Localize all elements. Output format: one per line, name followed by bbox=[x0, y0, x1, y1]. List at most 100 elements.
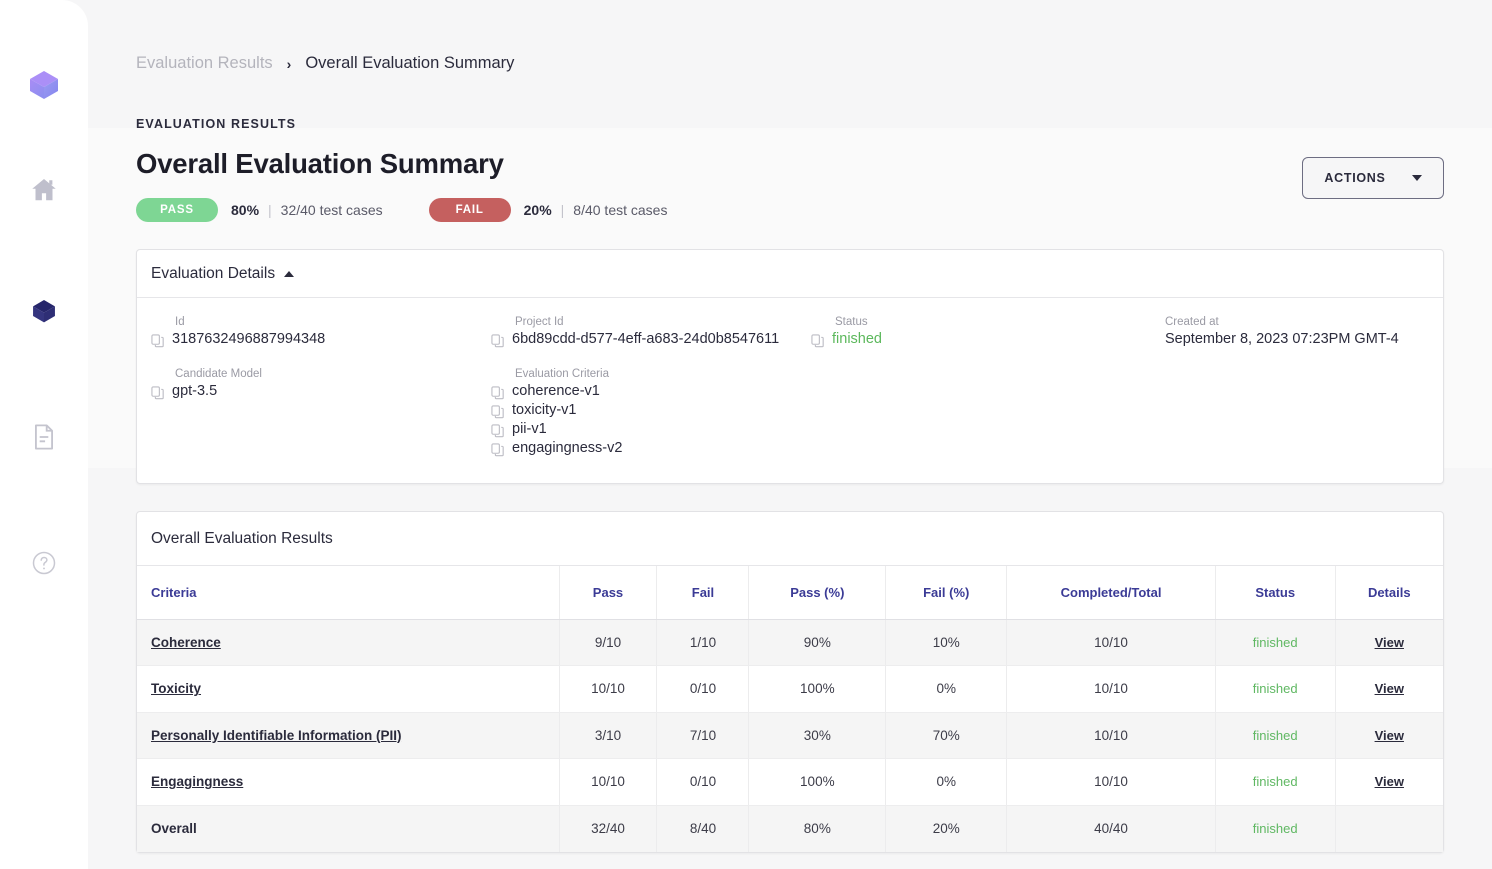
cell-pass-pct: 30% bbox=[749, 712, 886, 759]
evaluation-criteria-value: coherence-v1 bbox=[512, 383, 600, 399]
table-row: Toxicity10/100/10100%0%10/10finishedView bbox=[137, 666, 1443, 713]
status-text: finished bbox=[1253, 728, 1298, 743]
table-row: Overall32/408/4080%20%40/40finished bbox=[137, 805, 1443, 852]
chevron-up-icon[interactable] bbox=[284, 271, 294, 277]
sidebar-item-help[interactable] bbox=[21, 540, 67, 586]
copy-icon[interactable] bbox=[491, 386, 504, 400]
cell-completed-total: 10/10 bbox=[1007, 619, 1216, 666]
column-header-completed-total: Completed/Total bbox=[1007, 566, 1216, 619]
cell-fail-pct: 0% bbox=[886, 759, 1007, 806]
details-row-2: Candidate Model gpt-3.5 Evaluation Crite… bbox=[151, 368, 1429, 457]
evaluation-details-card: Evaluation Details Id 318763249688799434… bbox=[136, 249, 1444, 484]
criteria-link[interactable]: Coherence bbox=[151, 635, 221, 650]
detail-value-candidate-model-wrap: gpt-3.5 bbox=[151, 383, 491, 400]
detail-value-id-wrap: 3187632496887994348 bbox=[151, 331, 491, 348]
evaluation-criteria-item: pii-v1 bbox=[491, 421, 811, 438]
details-spacer-1 bbox=[811, 368, 1141, 457]
copy-icon[interactable] bbox=[811, 334, 824, 348]
copy-icon[interactable] bbox=[491, 405, 504, 419]
table-row: Coherence9/101/1090%10%10/10finishedView bbox=[137, 619, 1443, 666]
cell-criteria: Overall bbox=[137, 805, 559, 852]
sidebar-item-logo[interactable] bbox=[21, 62, 67, 108]
fail-divider: | bbox=[561, 202, 565, 218]
table-header-row: Criteria Pass Fail Pass (%) Fail (%) Com… bbox=[137, 566, 1443, 619]
cell-pass-pct: 100% bbox=[749, 666, 886, 713]
view-link[interactable]: View bbox=[1375, 681, 1404, 696]
criteria-link[interactable]: Personally Identifiable Information (PII… bbox=[151, 728, 402, 743]
cell-status: finished bbox=[1215, 619, 1335, 666]
sidebar-item-home[interactable] bbox=[21, 167, 67, 213]
cube-icon bbox=[28, 295, 60, 327]
copy-icon[interactable] bbox=[151, 386, 164, 400]
status-text: finished bbox=[1253, 681, 1298, 696]
copy-icon[interactable] bbox=[491, 424, 504, 438]
table-row: Personally Identifiable Information (PII… bbox=[137, 712, 1443, 759]
sidebar-item-models[interactable] bbox=[21, 288, 67, 334]
detail-value-status-wrap: finished bbox=[811, 331, 1141, 348]
detail-label-evaluation-criteria: Evaluation Criteria bbox=[515, 368, 811, 380]
pass-test-cases: 32/40 test cases bbox=[281, 202, 383, 218]
cell-criteria: Engagingness bbox=[137, 759, 559, 806]
detail-label-created-at: Created at bbox=[1165, 316, 1429, 328]
sidebar bbox=[0, 0, 88, 869]
cell-pass-pct: 80% bbox=[749, 805, 886, 852]
detail-label-candidate-model: Candidate Model bbox=[175, 368, 491, 380]
view-link[interactable]: View bbox=[1375, 635, 1404, 650]
evaluation-details-header[interactable]: Evaluation Details bbox=[137, 250, 1443, 298]
actions-button[interactable]: ACTIONS bbox=[1302, 157, 1444, 199]
app-root: Evaluation Results › Overall Evaluation … bbox=[0, 0, 1492, 869]
detail-value-created-at: September 8, 2023 07:23PM GMT-4 bbox=[1165, 331, 1399, 347]
copy-icon[interactable] bbox=[491, 443, 504, 457]
cell-status: finished bbox=[1215, 712, 1335, 759]
document-icon bbox=[31, 423, 57, 451]
column-header-pass-pct: Pass (%) bbox=[749, 566, 886, 619]
cell-fail: 0/10 bbox=[657, 666, 749, 713]
evaluation-criteria-value: engagingness-v2 bbox=[512, 440, 622, 456]
sidebar-item-documents[interactable] bbox=[21, 414, 67, 460]
view-link[interactable]: View bbox=[1375, 728, 1404, 743]
column-header-pass: Pass bbox=[559, 566, 657, 619]
detail-field-project-id: Project Id 6bd89cdd-d577-4eff-a683-24d0b… bbox=[491, 316, 811, 348]
evaluation-criteria-list: coherence-v1 toxicity-v1 pii-v1 engagingnes… bbox=[491, 383, 811, 457]
detail-value-project-id: 6bd89cdd-d577-4eff-a683-24d0b8547611 bbox=[512, 331, 779, 347]
cell-pass: 9/10 bbox=[559, 619, 657, 666]
pass-percent: 80% bbox=[231, 202, 259, 218]
evaluation-details-body: Id 3187632496887994348 Project Id bbox=[137, 298, 1443, 483]
column-header-criteria: Criteria bbox=[137, 566, 559, 619]
cell-pass-pct: 90% bbox=[749, 619, 886, 666]
cell-pass: 10/10 bbox=[559, 666, 657, 713]
actions-button-label: ACTIONS bbox=[1324, 171, 1385, 185]
column-header-fail: Fail bbox=[657, 566, 749, 619]
criteria-link[interactable]: Toxicity bbox=[151, 681, 201, 696]
home-icon bbox=[29, 175, 59, 205]
details-row-1: Id 3187632496887994348 Project Id bbox=[151, 316, 1429, 348]
results-table-body: Coherence9/101/1090%10%10/10finishedView… bbox=[137, 619, 1443, 852]
detail-value-project-id-wrap: 6bd89cdd-d577-4eff-a683-24d0b8547611 bbox=[491, 331, 811, 348]
criteria-label: Overall bbox=[151, 821, 197, 836]
breadcrumb-parent-link[interactable]: Evaluation Results bbox=[136, 54, 273, 73]
cell-fail-pct: 70% bbox=[886, 712, 1007, 759]
copy-icon[interactable] bbox=[491, 334, 504, 348]
title-row: Overall Evaluation Summary PASS 80% | 32… bbox=[136, 131, 1492, 222]
cell-status: finished bbox=[1215, 666, 1335, 713]
cell-details bbox=[1335, 805, 1443, 852]
details-spacer-2 bbox=[1141, 368, 1429, 457]
criteria-link[interactable]: Engagingness bbox=[151, 774, 243, 789]
breadcrumb-current: Overall Evaluation Summary bbox=[305, 54, 514, 73]
table-row: Engagingness10/100/10100%0%10/10finished… bbox=[137, 759, 1443, 806]
page-title: Overall Evaluation Summary bbox=[136, 148, 667, 180]
summary-badges: PASS 80% | 32/40 test cases FAIL 20% | 8… bbox=[136, 198, 667, 222]
evaluation-details-title: Evaluation Details bbox=[151, 265, 275, 283]
detail-field-evaluation-criteria: Evaluation Criteria coherence-v1 toxicity… bbox=[491, 368, 811, 457]
cell-fail: 8/40 bbox=[657, 805, 749, 852]
detail-value-status: finished bbox=[832, 331, 882, 347]
evaluation-criteria-item: toxicity-v1 bbox=[491, 402, 811, 419]
cell-completed-total: 10/10 bbox=[1007, 759, 1216, 806]
view-link[interactable]: View bbox=[1375, 774, 1404, 789]
copy-icon[interactable] bbox=[151, 334, 164, 348]
cell-status: finished bbox=[1215, 805, 1335, 852]
status-text: finished bbox=[1253, 774, 1298, 789]
cell-fail: 0/10 bbox=[657, 759, 749, 806]
status-badge-pass: PASS bbox=[136, 198, 218, 222]
results-table: Criteria Pass Fail Pass (%) Fail (%) Com… bbox=[137, 566, 1443, 852]
